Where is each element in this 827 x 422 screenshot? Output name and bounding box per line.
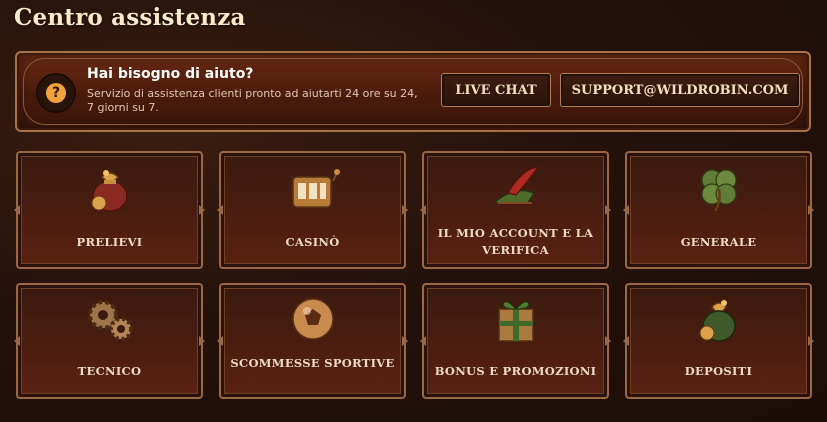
help-description: Servizio di assistenza clienti pronto ad…: [87, 87, 418, 114]
four-leaf-clover-icon: [700, 169, 737, 212]
support-email-button[interactable]: SUPPORT@WILDROBIN.COM: [560, 73, 800, 107]
slot-machine-icon: [291, 169, 340, 208]
question-icon-glyph: ?: [46, 83, 66, 103]
category-label: IL MIO ACCOUNT E LA VERIFICA: [437, 226, 594, 257]
category-label: CASINÒ: [285, 235, 340, 249]
coin-bag-icon: [699, 300, 736, 342]
category-label: GENERALE: [680, 235, 757, 249]
feathered-hat-icon: [491, 166, 539, 204]
live-chat-button[interactable]: LIVE CHAT: [441, 73, 551, 107]
category-card-prelievi[interactable]: PRELIEVI: [14, 151, 205, 269]
category-label: TECNICO: [77, 364, 142, 378]
category-card-tecnico[interactable]: TECNICO: [14, 283, 205, 399]
category-card-casino[interactable]: CASINÒ: [217, 151, 408, 269]
category-card-bonus[interactable]: BONUS E PROMOZIONI: [420, 283, 611, 399]
category-label: PRELIEVI: [76, 235, 143, 249]
gears-icon: [87, 300, 133, 341]
category-label: SCOMMESSE SPORTIVE: [230, 356, 395, 370]
category-card-generale[interactable]: GENERALE: [623, 151, 814, 269]
page-title: Centro assistenza: [14, 4, 246, 31]
help-banner: ? Hai bisogno di aiuto? Servizio di assi…: [15, 51, 811, 132]
money-bag-icon: [91, 170, 128, 212]
category-label: BONUS E PROMOZIONI: [434, 364, 597, 378]
category-card-scommesse[interactable]: SCOMMESSE SPORTIVE: [217, 283, 408, 399]
category-label: DEPOSITI: [684, 364, 753, 378]
question-icon: ?: [36, 73, 76, 113]
help-title: Hai bisogno di aiuto?: [87, 66, 254, 82]
football-icon: [291, 298, 334, 340]
gift-box-icon: [497, 301, 534, 342]
category-card-depositi[interactable]: DEPOSITI: [623, 283, 814, 399]
category-card-account[interactable]: IL MIO ACCOUNT E LA VERIFICA: [420, 151, 611, 269]
